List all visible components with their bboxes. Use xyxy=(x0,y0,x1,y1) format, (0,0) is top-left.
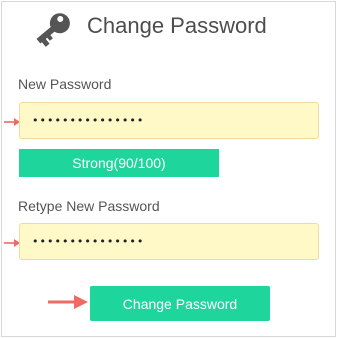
key-icon xyxy=(36,13,70,47)
arrow-right-icon xyxy=(48,295,88,309)
change-password-button[interactable]: Change Password xyxy=(90,286,270,321)
new-password-input[interactable] xyxy=(19,102,319,139)
arrow-right-icon xyxy=(4,239,20,247)
arrow-right-icon xyxy=(4,118,20,126)
retype-password-label: Retype New Password xyxy=(18,198,160,214)
page-title: Change Password xyxy=(87,13,267,38)
retype-password-input[interactable] xyxy=(19,223,319,260)
password-strength-meter: Strong(90/100) xyxy=(19,149,219,177)
new-password-label: New Password xyxy=(18,76,112,92)
